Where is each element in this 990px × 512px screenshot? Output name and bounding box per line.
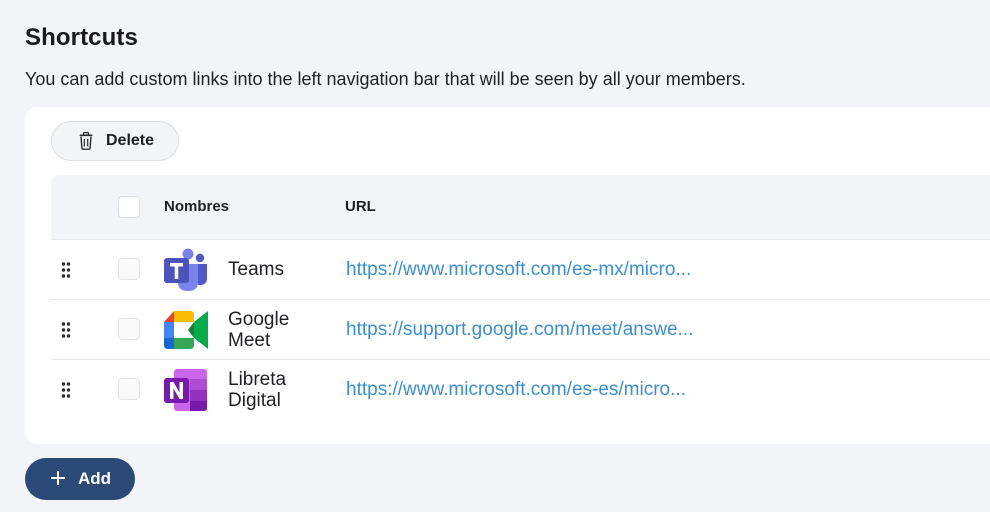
table-row: Libreta Digital https://www.microsoft.co… <box>51 359 990 419</box>
shortcuts-page: Shortcuts You can add custom links into … <box>0 0 990 512</box>
drag-handle-icon[interactable] <box>61 261 71 279</box>
table-row: Teams https://www.microsoft.com/es-mx/mi… <box>51 239 990 299</box>
trash-icon <box>79 131 93 150</box>
shortcuts-card: Delete Nombres URL Teams https://www.mic… <box>25 107 990 444</box>
shortcut-name: Teams <box>228 259 284 280</box>
teams-icon <box>164 248 208 292</box>
row-checkbox[interactable] <box>118 258 140 280</box>
page-description: You can add custom links into the left n… <box>25 69 746 89</box>
drag-handle-icon[interactable] <box>61 381 71 399</box>
shortcut-name: Google Meet <box>228 309 290 351</box>
drag-handle-icon[interactable] <box>61 321 71 339</box>
row-checkbox[interactable] <box>118 318 140 340</box>
column-header-url: URL <box>345 198 376 215</box>
plus-icon <box>50 467 66 489</box>
shortcut-name: Libreta Digital <box>228 369 287 411</box>
row-checkbox[interactable] <box>118 378 140 400</box>
shortcut-url-link[interactable]: https://www.microsoft.com/es-mx/micro... <box>346 259 691 281</box>
select-all-checkbox[interactable] <box>118 196 140 218</box>
delete-button-label: Delete <box>106 132 155 149</box>
google-meet-icon <box>164 308 208 352</box>
shortcut-url-link[interactable]: https://www.microsoft.com/es-es/micro... <box>346 379 686 401</box>
delete-button[interactable]: Delete <box>51 121 179 161</box>
onenote-icon <box>164 368 208 412</box>
page-title: Shortcuts <box>25 24 138 51</box>
add-shortcut-button[interactable]: Add <box>25 458 135 500</box>
table-row: Google Meet https://support.google.com/m… <box>51 299 990 359</box>
shortcut-url-link[interactable]: https://support.google.com/meet/answe... <box>346 319 693 341</box>
column-header-name: Nombres <box>164 198 230 215</box>
table-header: Nombres URL <box>51 175 990 239</box>
add-button-label: Add <box>78 469 112 488</box>
